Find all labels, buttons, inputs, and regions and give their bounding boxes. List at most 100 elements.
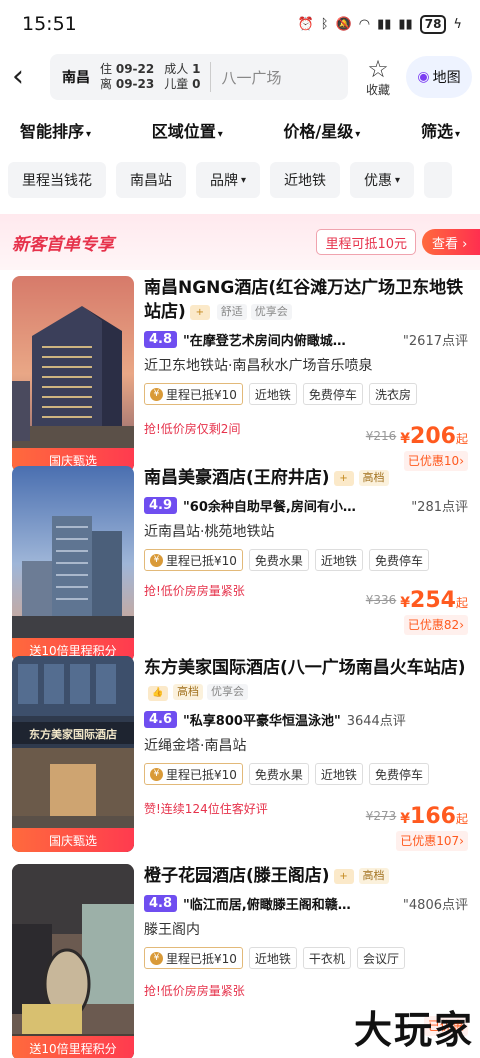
sort-bar: 智能排序 ▾ 区域位置 ▾ 价格/星级 ▾ 筛选 ▾	[0, 106, 480, 154]
search-header: ‹ 南昌 住 09-22 离 09-23 成人 1 儿童 0 八一广场 ☆ 收藏…	[0, 48, 480, 106]
hotel-name[interactable]: 南昌美豪酒店(王府井店) + 高档	[144, 466, 468, 490]
location-text: 滕王阁内	[144, 922, 200, 938]
promo-view-button[interactable]: 查看 ›	[422, 229, 480, 255]
level-badge: 舒适	[216, 304, 247, 320]
urgency-hint: 抢!低价房房量紧张	[144, 584, 245, 598]
filter-chip-nanchang-station[interactable]: 南昌站	[116, 162, 186, 198]
new-user-promo: 新客首单专享 里程可抵10元 查看 ›	[0, 214, 480, 270]
sort-smart[interactable]: 智能排序 ▾	[20, 118, 91, 142]
hotel-name[interactable]: 东方美家国际酒店(八一广场南昌火车站店)👍 高档 优享会	[144, 656, 468, 704]
review-quote: "在摩登艺术房间内俯瞰城…	[183, 334, 346, 349]
review-count[interactable]: "4806点评	[403, 894, 468, 913]
feature-tag: 近地铁	[248, 947, 297, 969]
rating-score: 4.8	[144, 895, 178, 912]
star-icon: ☆	[367, 54, 389, 83]
sort-price-star[interactable]: 价格/星级 ▾	[283, 118, 360, 142]
urgency-hint: 抢!低价房仅剩2间	[144, 422, 241, 436]
original-price: ¥273	[365, 809, 397, 823]
feature-tag: 免费停车	[368, 763, 429, 785]
hotel-photo[interactable]: 国庆甄选	[12, 276, 134, 472]
original-price: ¥216	[365, 429, 397, 443]
clock: 15:51	[22, 13, 77, 35]
coin-icon: ¥	[150, 553, 163, 567]
hotel-card[interactable]: 国庆甄选 南昌NGNG酒店(红谷滩万达广场卫东地铁站店) + 舒适 优享会 4.8 "…	[0, 266, 480, 474]
hotel-name[interactable]: 橙子花园酒店(滕王阁店) + 高档	[144, 864, 468, 888]
coin-icon: ¥	[150, 767, 163, 781]
search-box[interactable]: 南昌 住 09-22 离 09-23 成人 1 儿童 0 八一广场	[50, 54, 348, 100]
feature-tag: 干衣机	[302, 947, 351, 969]
hotel-card[interactable]: 送10倍里程积分 南昌美豪酒店(王府井店) + 高档 4.9 "60余种自助早餐,房…	[0, 456, 480, 664]
feature-tag: 会议厅	[356, 947, 405, 969]
hotel-sign-text: 东方美家国际酒店	[29, 727, 117, 741]
feature-tags: ¥ 里程已抵¥10 近地铁 免费停车 洗衣房	[144, 383, 468, 405]
feature-tags: ¥ 里程已抵¥10 近地铁 干衣机 会议厅	[144, 947, 468, 969]
filter-chip-miles[interactable]: 里程当钱花	[8, 162, 106, 198]
map-pin-icon: ◉	[417, 69, 430, 85]
review-quote: "60余种自助早餐,房间有小…	[183, 500, 356, 515]
promo-title: 新客首单专享	[12, 234, 114, 255]
map-button[interactable]: ◉ 地图	[406, 56, 472, 98]
review-count[interactable]: "2617点评	[403, 330, 468, 349]
feature-tag: 免费水果	[248, 549, 309, 571]
city-label[interactable]: 南昌	[62, 67, 90, 87]
crown-icon: +	[333, 471, 354, 486]
sort-filter[interactable]: 筛选 ▾	[421, 118, 460, 142]
back-icon[interactable]: ‹	[12, 62, 42, 92]
member-badge: 优享会	[250, 304, 292, 320]
photo-ribbon: 国庆甄选	[12, 828, 134, 852]
level-badge: 高档	[358, 470, 389, 486]
location-text: 近卫东地铁站·南昌秋水广场音乐喷泉	[144, 358, 373, 374]
discount-badge[interactable]: 已优惠107›	[396, 831, 468, 851]
review-quote: "私享800平豪华恒温泳池"	[183, 714, 341, 729]
filter-chip-more[interactable]	[424, 162, 453, 198]
miles-tag: ¥ 里程已抵¥10	[144, 549, 243, 571]
signal-icon: ▮▮	[377, 16, 392, 32]
guest-count[interactable]: 成人 1 儿童 0	[164, 62, 212, 92]
feature-tag: 免费停车	[368, 549, 429, 571]
hotel-photo[interactable]: 东方美家国际酒店 国庆甄选	[12, 656, 134, 852]
crown-icon: +	[333, 869, 354, 884]
hotel-photo[interactable]: 送10倍里程积分	[12, 466, 134, 662]
favorite-button[interactable]: ☆ 收藏	[354, 57, 402, 98]
signal-icon-2: ▮▮	[398, 16, 413, 32]
discount-badge[interactable]: 已优惠82›	[403, 615, 468, 635]
hotel-list: 国庆甄选 南昌NGNG酒店(红谷滩万达广场卫东地铁站店) + 舒适 优享会 4.8 "…	[0, 266, 480, 1058]
battery-icon: 78	[419, 14, 447, 34]
rating-score: 4.6	[144, 711, 178, 728]
review-count[interactable]: "281点评	[411, 496, 468, 515]
keyword-input[interactable]: 八一广场	[221, 67, 281, 88]
date-range[interactable]: 住 09-22 离 09-23	[100, 62, 154, 92]
feature-tags: ¥ 里程已抵¥10 免费水果 近地铁 免费停车	[144, 549, 468, 571]
price-box[interactable]: ¥336 ¥254起 已优惠82›	[366, 588, 468, 635]
price-box[interactable]: ¥273 ¥166起 已优惠107›	[366, 804, 468, 851]
promo-tag: 里程可抵10元	[316, 229, 416, 255]
miles-tag: ¥ 里程已抵¥10	[144, 763, 243, 785]
crown-icon: +	[189, 305, 210, 320]
feature-tag: 洗衣房	[368, 383, 417, 405]
location-text: 近绳金塔·南昌站	[144, 738, 247, 754]
sort-area[interactable]: 区域位置 ▾	[152, 118, 223, 142]
review-count[interactable]: 3644点评	[347, 710, 406, 729]
coin-icon: ¥	[150, 951, 163, 965]
filter-chip-discount[interactable]: 优惠 ▾	[350, 162, 415, 198]
hotel-name[interactable]: 南昌NGNG酒店(红谷滩万达广场卫东地铁站店) + 舒适 优享会	[144, 276, 468, 324]
feature-tag: 免费停车	[302, 383, 363, 405]
current-price: ¥254	[400, 588, 456, 613]
level-badge: 高档	[173, 684, 203, 700]
filter-chip-brand[interactable]: 品牌 ▾	[196, 162, 261, 198]
hotel-card[interactable]: 东方美家国际酒店 国庆甄选 东方美家国际酒店(八一广场南昌火车站店)👍 高档 优享会…	[0, 646, 480, 854]
member-badge: 优享会	[207, 684, 248, 700]
charging-icon: ϟ	[453, 16, 462, 32]
thumbs-up-icon: 👍	[148, 686, 168, 701]
status-bar: 15:51 ⏰ ᛒ 🔕 ◠ ▮▮ ▮▮ 78 ϟ	[0, 0, 480, 48]
photo-ribbon: 送10倍里程积分	[12, 1036, 134, 1058]
coin-icon: ¥	[150, 387, 163, 401]
review-quote: "临江而居,俯瞰滕王阁和赣…	[183, 898, 351, 913]
feature-tags: ¥ 里程已抵¥10 免费水果 近地铁 免费停车	[144, 763, 468, 785]
hotel-photo[interactable]: 送10倍里程积分	[12, 864, 134, 1058]
feature-tag: 近地铁	[314, 549, 363, 571]
filter-chip-near-metro[interactable]: 近地铁	[270, 162, 341, 198]
feature-tag: 近地铁	[248, 383, 297, 405]
feature-tag: 免费水果	[248, 763, 309, 785]
praise-hint: 赞!连续124位住客好评	[144, 802, 268, 816]
